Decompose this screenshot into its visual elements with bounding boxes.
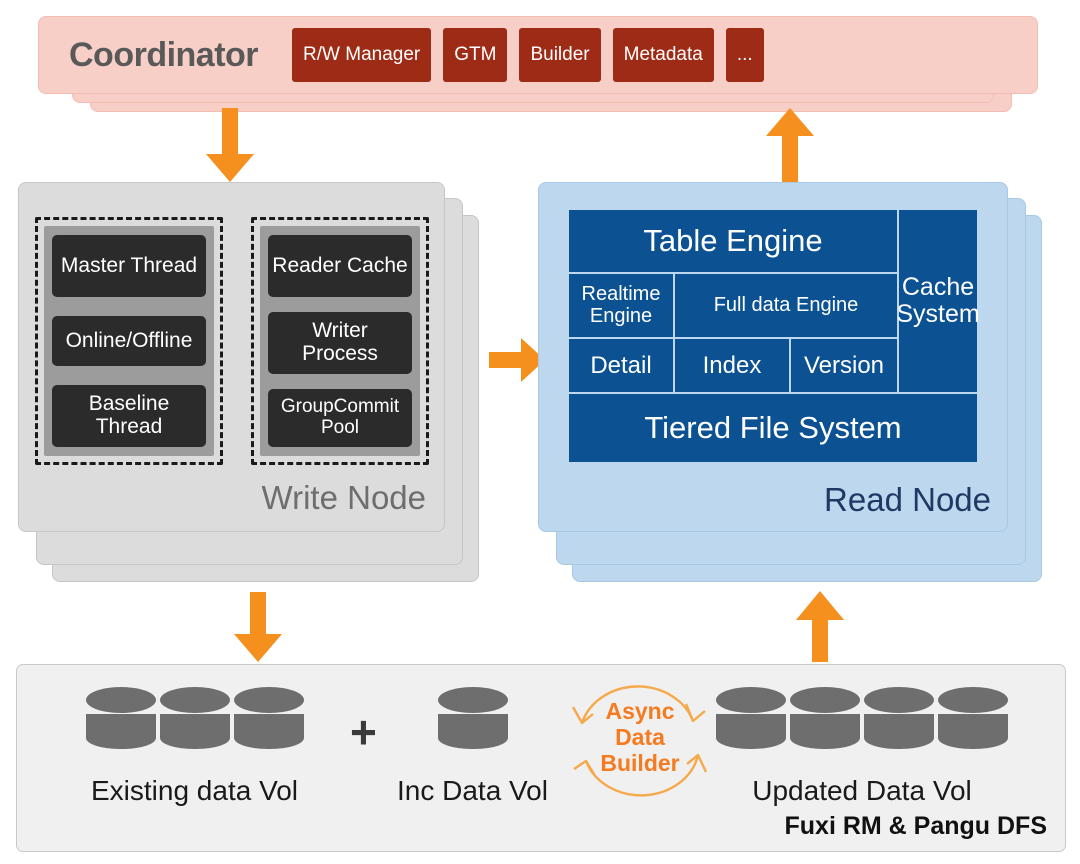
coordinator-chip-rw-manager[interactable]: R/W Manager (292, 28, 432, 82)
read-node-cell-detail[interactable]: Detail (569, 339, 673, 392)
write-node-group-io: Reader Cache Writer Process GroupCommit … (251, 217, 429, 465)
database-cylinder-icon (790, 687, 860, 749)
async-data-builder-label: Async Data Builder (560, 698, 720, 776)
write-node-panel[interactable]: Master Thread Online/Offline Baseline Th… (18, 182, 445, 532)
plus-operator: + (350, 706, 377, 758)
coordinator-chip-more[interactable]: ... (725, 28, 764, 82)
coordinator-chip-gtm[interactable]: GTM (443, 28, 508, 82)
database-cylinder-icon (938, 687, 1008, 749)
write-node-group-threads: Master Thread Online/Offline Baseline Th… (35, 217, 223, 465)
arrow-storage-to-read-node (796, 591, 844, 662)
existing-data-vol-label: Existing data Vol (90, 775, 299, 806)
read-node-panel[interactable]: Table Engine Cache System Realtime Engin… (538, 182, 1008, 532)
storage-footer-label: Fuxi RM & Pangu DFS (784, 812, 1048, 840)
async-builder-line-2: Data (615, 723, 665, 750)
database-cylinder-icon (864, 687, 934, 749)
read-node-cell-version[interactable]: Version (791, 339, 897, 392)
updated-data-vol-label: Updated Data Vol (752, 775, 972, 806)
read-node-cell-tiered-file-system[interactable]: Tiered File System (569, 394, 977, 462)
async-builder-line-1: Async (605, 698, 675, 724)
database-cylinder-icon (437, 687, 508, 749)
coordinator-chip-metadata[interactable]: Metadata (612, 28, 714, 82)
read-node-cell-full-data-engine[interactable]: Full data Engine (675, 274, 897, 337)
read-node-cell-cache-system[interactable]: Cache System (896, 210, 980, 392)
read-node-cell-index[interactable]: Index (675, 339, 789, 392)
write-node-box-groupcommit-pool[interactable]: GroupCommit Pool (268, 389, 412, 447)
coordinator-chip-builder[interactable]: Builder (519, 28, 601, 82)
read-node-engine-grid: Table Engine Cache System Realtime Engin… (569, 210, 980, 462)
database-cylinder-icon (85, 687, 156, 749)
write-node-box-master-thread[interactable]: Master Thread (52, 235, 206, 297)
database-cylinder-icon (716, 687, 786, 749)
async-data-builder-group: Async Data Builder (560, 677, 720, 807)
inc-data-vol-label: Inc Data Vol (397, 775, 548, 806)
architecture-diagram: Coordinator R/W Manager GTM Builder Meta… (0, 0, 1080, 864)
database-cylinder-icon (159, 687, 230, 749)
inc-data-vol-group: Inc Data Vol (385, 687, 560, 807)
write-node-label: Write Node (261, 479, 426, 516)
write-node-box-online-offline[interactable]: Online/Offline (52, 316, 206, 366)
arrow-write-node-to-storage (234, 592, 282, 662)
read-node-cell-table-engine[interactable]: Table Engine (569, 210, 897, 272)
write-node-group-io-inner: Reader Cache Writer Process GroupCommit … (260, 226, 420, 456)
existing-data-vol-group: Existing data Vol (77, 687, 312, 807)
async-builder-line-3: Builder (600, 749, 680, 776)
updated-data-vol-group: Updated Data Vol (707, 687, 1017, 807)
storage-panel[interactable]: Existing data Vol + Inc Data Vol Async D… (16, 664, 1066, 852)
write-node-group-threads-inner: Master Thread Online/Offline Baseline Th… (44, 226, 214, 456)
write-node-box-writer-process[interactable]: Writer Process (268, 312, 412, 374)
coordinator-title: Coordinator (69, 35, 259, 74)
write-node-box-reader-cache[interactable]: Reader Cache (268, 235, 412, 297)
read-node-cell-realtime-engine[interactable]: Realtime Engine (569, 274, 673, 337)
arrow-read-node-to-coordinator (766, 108, 814, 184)
database-cylinder-icon (233, 687, 304, 749)
arrow-coordinator-to-write-node (206, 108, 254, 182)
read-node-label: Read Node (824, 481, 991, 518)
coordinator-panel[interactable]: Coordinator R/W Manager GTM Builder Meta… (38, 16, 1038, 94)
write-node-box-baseline-thread[interactable]: Baseline Thread (52, 385, 206, 447)
